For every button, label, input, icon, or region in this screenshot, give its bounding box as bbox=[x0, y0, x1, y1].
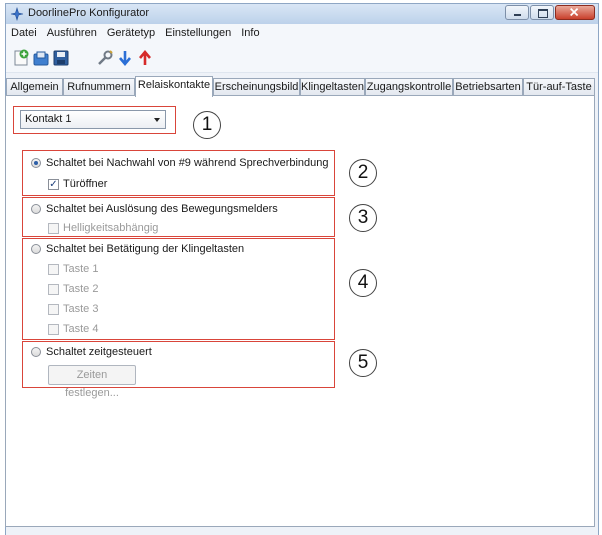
menu-einstellungen[interactable]: Einstellungen bbox=[160, 27, 236, 39]
save-as-icon[interactable] bbox=[32, 49, 50, 67]
menu-datei[interactable]: Datei bbox=[6, 27, 42, 39]
radio-bell[interactable]: Schaltet bei Betätigung der Klingeltaste… bbox=[31, 243, 244, 255]
tab-allgemein[interactable]: Allgemein bbox=[6, 78, 63, 95]
checkbox-taste-4[interactable]: Taste 4 bbox=[48, 323, 98, 335]
checkbox-unchecked[interactable] bbox=[48, 222, 59, 234]
maximize-button[interactable] bbox=[530, 5, 554, 20]
checkbox-unchecked[interactable] bbox=[48, 323, 59, 335]
checkbox-unchecked[interactable] bbox=[48, 283, 59, 295]
tab-betriebsarten[interactable]: Betriebsarten bbox=[453, 78, 523, 95]
checkbox-taste-1[interactable]: Taste 1 bbox=[48, 263, 98, 275]
checkbox-tueroeffner[interactable]: ✓ Türöffner bbox=[48, 178, 107, 190]
chevron-down-icon bbox=[154, 118, 160, 122]
menu-info[interactable]: Info bbox=[236, 27, 264, 39]
minimize-icon bbox=[514, 14, 521, 16]
menu-ausfuehren[interactable]: Ausführen bbox=[42, 27, 102, 39]
new-icon[interactable] bbox=[12, 49, 30, 67]
radio-button-selected[interactable] bbox=[31, 158, 41, 168]
radio-timed[interactable]: Schaltet zeitgesteuert bbox=[31, 346, 152, 358]
checkbox-unchecked[interactable] bbox=[48, 303, 59, 315]
menu-geraetetyp[interactable]: Gerätetyp bbox=[102, 27, 160, 39]
tab-klingeltasten[interactable]: Klingeltasten bbox=[300, 78, 365, 95]
upload-icon[interactable] bbox=[136, 49, 154, 67]
radio-button[interactable] bbox=[31, 347, 41, 357]
radio-motion[interactable]: Schaltet bei Auslösung des Bewegungsmeld… bbox=[31, 203, 278, 215]
window-title: DoorlinePro Konfigurator bbox=[28, 7, 150, 19]
menu-bar: Datei Ausführen Gerätetyp Einstellungen … bbox=[6, 24, 598, 42]
radio-button[interactable] bbox=[31, 204, 41, 214]
close-button[interactable] bbox=[555, 5, 595, 20]
radio-timed-label: Schaltet zeitgesteuert bbox=[46, 346, 152, 358]
radio-dtmf[interactable]: Schaltet bei Nachwahl von #9 während Spr… bbox=[31, 157, 329, 169]
toolbar bbox=[6, 42, 598, 73]
tab-tuer-auf-taste[interactable]: Tür-auf-Taste bbox=[523, 78, 595, 95]
download-icon[interactable] bbox=[116, 49, 134, 67]
radio-motion-label: Schaltet bei Auslösung des Bewegungsmeld… bbox=[46, 203, 278, 215]
callout-4: 4 bbox=[349, 269, 377, 297]
checkbox-taste-2[interactable]: Taste 2 bbox=[48, 283, 98, 295]
set-times-button[interactable]: Zeiten festlegen... bbox=[48, 365, 136, 399]
radio-bell-label: Schaltet bei Betätigung der Klingeltaste… bbox=[46, 243, 245, 255]
save-icon[interactable] bbox=[52, 49, 70, 67]
checkbox-unchecked[interactable] bbox=[48, 263, 59, 275]
app-logo-icon bbox=[10, 7, 24, 21]
checkbox-checked[interactable]: ✓ bbox=[48, 178, 59, 190]
radio-button[interactable] bbox=[31, 244, 41, 254]
callout-1: 1 bbox=[193, 111, 221, 139]
checkbox-tueroeffner-label: Türöffner bbox=[63, 178, 108, 190]
tab-relaiskontakte[interactable]: Relaiskontakte bbox=[135, 76, 213, 97]
maximize-icon bbox=[538, 9, 548, 18]
checkbox-taste-2-label: Taste 2 bbox=[63, 283, 99, 295]
checkbox-taste-1-label: Taste 1 bbox=[63, 263, 99, 275]
title-bar[interactable]: DoorlinePro Konfigurator bbox=[6, 4, 598, 24]
checkbox-helligkeit-label: Helligkeitsabhängig bbox=[63, 222, 159, 234]
tab-zugangskontrolle[interactable]: Zugangskontrolle bbox=[365, 78, 453, 95]
minimize-button[interactable] bbox=[505, 5, 529, 20]
tab-erscheinungsbild[interactable]: Erscheinungsbild bbox=[213, 78, 300, 95]
tools-icon[interactable] bbox=[96, 49, 114, 67]
contact-select-value: Kontakt 1 bbox=[25, 113, 72, 125]
close-icon bbox=[570, 7, 579, 17]
checkbox-taste-4-label: Taste 4 bbox=[63, 323, 99, 335]
checkbox-taste-3[interactable]: Taste 3 bbox=[48, 303, 98, 315]
contact-select[interactable]: Kontakt 1 bbox=[20, 110, 166, 129]
callout-3: 3 bbox=[349, 204, 377, 232]
checkbox-helligkeit[interactable]: Helligkeitsabhängig bbox=[48, 222, 158, 234]
checkbox-taste-3-label: Taste 3 bbox=[63, 303, 99, 315]
callout-5: 5 bbox=[349, 349, 377, 377]
tab-rufnummern[interactable]: Rufnummern bbox=[63, 78, 135, 95]
radio-dtmf-label: Schaltet bei Nachwahl von #9 während Spr… bbox=[46, 157, 329, 169]
callout-2: 2 bbox=[349, 159, 377, 187]
